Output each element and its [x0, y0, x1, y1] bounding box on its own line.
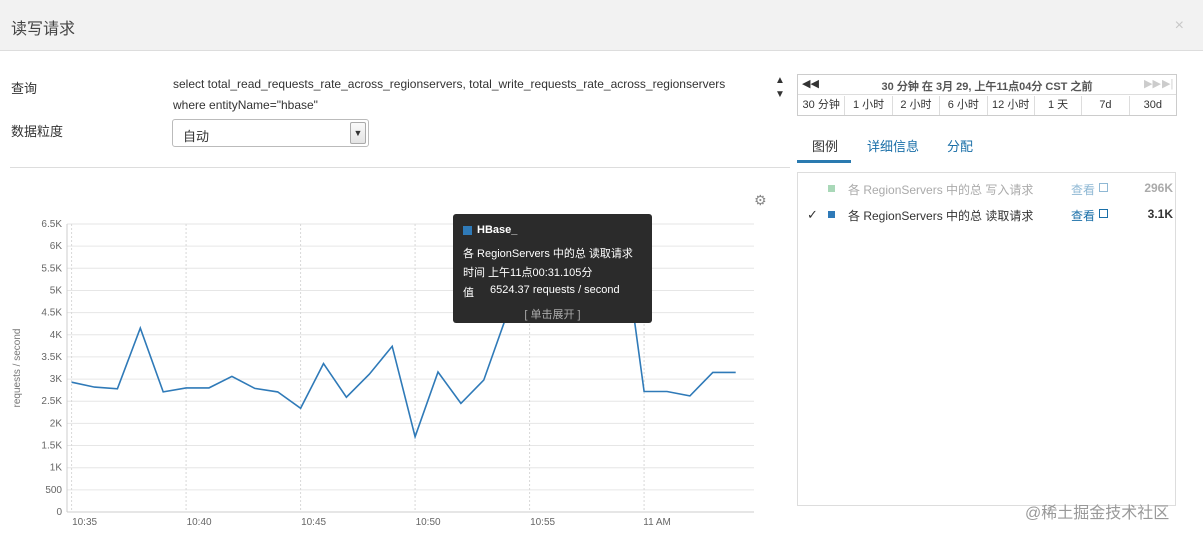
chevron-down-icon[interactable]: ▼	[774, 88, 786, 102]
y-tick-label: 2.5K	[41, 396, 62, 407]
legend-item-label: 各 RegionServers 中的总 读取请求	[848, 209, 1034, 223]
external-link-icon[interactable]	[1099, 209, 1108, 218]
forward-end-icon[interactable]: ▶|	[1162, 77, 1173, 90]
tab-details[interactable]: 详细信息	[867, 136, 919, 155]
query-scroll-arrows[interactable]: ▲ ▼	[774, 74, 786, 112]
watermark: @稀土掘金技术社区	[1025, 505, 1170, 522]
x-tick-label: 10:45	[301, 517, 326, 528]
x-tick-label: 10:50	[416, 517, 441, 528]
range-30d[interactable]: 30d	[1130, 96, 1176, 115]
chevron-down-icon[interactable]: ▼	[350, 122, 366, 144]
tooltip-value: 6524.37 requests / second	[490, 284, 620, 296]
tooltip-expand-link[interactable]: [ 单击展开 ]	[453, 306, 652, 322]
legend-item-total: 296K	[1144, 181, 1173, 195]
y-tick-label: 1.5K	[41, 441, 62, 452]
granularity-select[interactable]: 自动 ▼	[172, 119, 369, 147]
series-swatch	[828, 185, 835, 192]
active-tab-indicator	[797, 160, 851, 163]
x-tick-label: 10:55	[530, 517, 555, 528]
time-range-summary: 30 分钟 在 3月 29, 上午11点04分 CST 之前	[881, 81, 1093, 93]
y-tick-label: 1K	[50, 463, 63, 474]
x-tick-label: 10:40	[187, 517, 212, 528]
range-7d[interactable]: 7d	[1082, 96, 1130, 115]
dialog-header: 读写请求 ×	[0, 0, 1203, 51]
tab-bar: 图例 详细信息 分配	[797, 130, 1177, 163]
view-link[interactable]: 查看	[1071, 207, 1095, 224]
y-tick-label: 3K	[50, 374, 63, 385]
granularity-value: 自动	[183, 129, 210, 144]
y-tick-label: 4.5K	[41, 308, 62, 319]
y-tick-label: 2K	[50, 418, 63, 429]
y-tick-label: 3.5K	[41, 352, 62, 363]
query-label: 查询	[11, 81, 38, 96]
y-tick-label: 5K	[50, 285, 63, 296]
query-text[interactable]: select total_read_requests_rate_across_r…	[173, 74, 753, 116]
y-tick-label: 500	[45, 485, 62, 496]
chart-tooltip[interactable]: HBase_ 各 RegionServers 中的总 读取请求 时间 上午11点…	[453, 214, 652, 323]
divider	[10, 167, 790, 168]
dialog-title: 读写请求	[11, 21, 76, 38]
x-tick-label: 11 AM	[643, 517, 671, 528]
tooltip-value-label: 值	[463, 287, 474, 299]
chevron-up-icon[interactable]: ▲	[774, 74, 786, 88]
legend-panel: 各 RegionServers 中的总 写入请求 查看 296K ✓ 各 Reg…	[797, 172, 1176, 506]
range-2h[interactable]: 2 小时	[893, 96, 941, 115]
series-swatch	[828, 211, 835, 218]
x-tick-label: 10:35	[72, 517, 97, 528]
check-icon[interactable]: ✓	[807, 207, 818, 223]
range-30m[interactable]: 30 分钟	[798, 96, 846, 115]
view-link[interactable]: 查看	[1071, 181, 1095, 198]
line-chart: 0 500 1K 1.5K 2K 2.5K 3K 3.5K 4K 4.5K 5K 5.5K 6K 6.5K…	[12, 219, 754, 528]
granularity-label: 数据粒度	[11, 124, 64, 139]
range-1h[interactable]: 1 小时	[845, 96, 893, 115]
y-tick-label: 5.5K	[41, 263, 62, 274]
y-tick-label: 4K	[50, 330, 63, 341]
tooltip-time: 时间 上午11点00:31.105分	[463, 267, 593, 279]
time-range-control: ◀◀ 30 分钟 在 3月 29, 上午11点04分 CST 之前 ▶▶ ▶| …	[797, 74, 1177, 116]
tab-legend[interactable]: 图例	[812, 136, 838, 155]
y-tick-label: 0	[56, 507, 62, 518]
tooltip-series: 各 RegionServers 中的总 读取请求	[463, 248, 633, 260]
y-axis-label: requests / second	[12, 329, 23, 408]
legend-item-label: 各 RegionServers 中的总 写入请求	[848, 183, 1034, 197]
legend-item-read[interactable]: ✓ 各 RegionServers 中的总 读取请求 查看 3.1K	[798, 205, 1177, 225]
forward-icon[interactable]: ▶▶	[1144, 77, 1161, 90]
legend-item-total: 3.1K	[1147, 207, 1173, 221]
range-12h[interactable]: 12 小时	[988, 96, 1035, 115]
range-1d[interactable]: 1 天	[1035, 96, 1083, 115]
y-tick-label: 6.5K	[41, 219, 62, 230]
close-icon[interactable]: ×	[1175, 17, 1184, 35]
tab-distribution[interactable]: 分配	[947, 136, 973, 155]
tooltip-header: HBase_	[477, 224, 518, 236]
range-6h[interactable]: 6 小时	[940, 96, 988, 115]
external-link-icon[interactable]	[1099, 183, 1108, 192]
series-swatch	[463, 226, 472, 235]
legend-item-write[interactable]: 各 RegionServers 中的总 写入请求 查看 296K	[798, 179, 1177, 199]
y-tick-label: 6K	[50, 241, 63, 252]
